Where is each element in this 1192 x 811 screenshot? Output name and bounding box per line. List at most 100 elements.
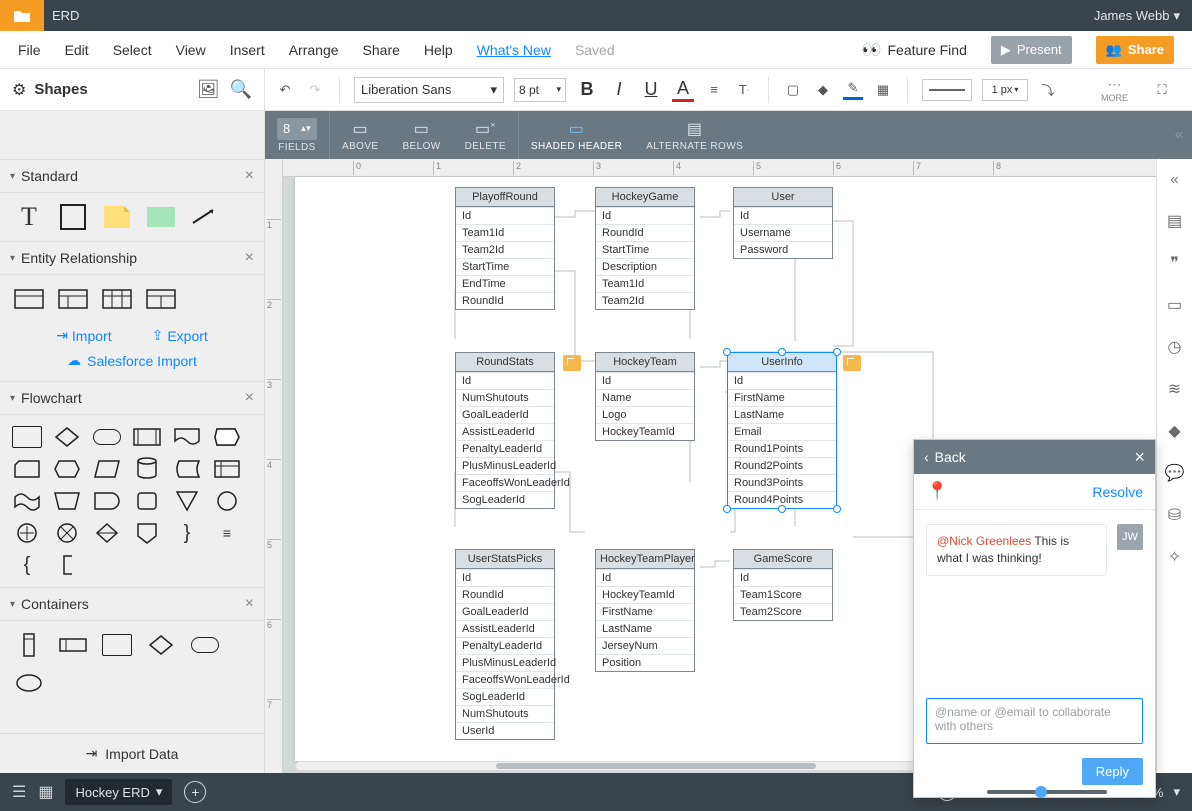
line-options-icon[interactable]: ⤵ bbox=[1038, 80, 1058, 100]
entity-hockeyteam[interactable]: HockeyTeam IdNameLogoHockeyTeamId bbox=[595, 352, 695, 441]
entity-gamescore[interactable]: GameScore IdTeam1ScoreTeam2Score bbox=[733, 549, 833, 621]
user-menu[interactable]: James Webb ▾ bbox=[1094, 8, 1180, 24]
cont-lane-h[interactable] bbox=[58, 633, 88, 657]
entity-field[interactable]: UserId bbox=[456, 722, 554, 739]
undo-icon[interactable]: ↶ bbox=[275, 80, 295, 100]
redo-icon[interactable]: ↷ bbox=[305, 80, 325, 100]
fields-control[interactable]: 8 ▴▾ FIELDS bbox=[265, 111, 330, 159]
entity-field[interactable]: AssistLeaderId bbox=[456, 620, 554, 637]
fc-brace2[interactable]: { bbox=[12, 553, 42, 577]
entity-field[interactable]: Team2Id bbox=[456, 241, 554, 258]
fc-delay[interactable] bbox=[92, 489, 122, 513]
entity-field[interactable]: Team1Score bbox=[734, 586, 832, 603]
fc-internal[interactable] bbox=[212, 457, 242, 481]
fc-tape[interactable] bbox=[12, 489, 42, 513]
shaded-header[interactable]: ▭ SHADED HEADER bbox=[519, 111, 634, 159]
entity-field[interactable]: Description bbox=[596, 258, 694, 275]
entity-roundstats[interactable]: RoundStats IdNumShutoutsGoalLeaderIdAssi… bbox=[455, 352, 555, 509]
reply-input[interactable]: @name or @email to collaborate with othe… bbox=[926, 698, 1143, 744]
entity-hockeygame[interactable]: HockeyGame IdRoundIdStartTimeDescription… bbox=[595, 187, 695, 310]
align-button[interactable]: ≡ bbox=[704, 80, 724, 100]
menu-arrange[interactable]: Arrange bbox=[289, 42, 339, 58]
entity-field[interactable]: Round1Points bbox=[728, 440, 836, 457]
font-select[interactable]: Liberation Sans ▾ bbox=[354, 77, 504, 103]
fc-card[interactable] bbox=[12, 457, 42, 481]
entity-field[interactable]: StartTime bbox=[456, 258, 554, 275]
italic-button[interactable]: I bbox=[608, 79, 630, 100]
er-import[interactable]: ⇥Import bbox=[56, 327, 111, 344]
present-icon[interactable]: ▭ bbox=[1167, 295, 1182, 315]
group-flowchart[interactable]: ▾Flowchart× bbox=[0, 381, 264, 415]
entity-field[interactable]: Id bbox=[456, 569, 554, 586]
entity-field[interactable]: HockeyTeamId bbox=[596, 423, 694, 440]
delete-field[interactable]: ▭× DELETE bbox=[453, 111, 519, 159]
fill-icon[interactable]: ◆ bbox=[813, 80, 833, 100]
group-containers[interactable]: ▾Containers× bbox=[0, 587, 264, 621]
block-shape[interactable] bbox=[146, 205, 176, 229]
entity-field[interactable]: FirstName bbox=[596, 603, 694, 620]
history-icon[interactable]: ◷ bbox=[1168, 337, 1182, 357]
reply-button[interactable]: Reply bbox=[1082, 758, 1143, 785]
fullscreen-icon[interactable]: ⛶ bbox=[1152, 80, 1172, 100]
entity-field[interactable]: Id bbox=[596, 372, 694, 389]
entity-field[interactable]: NumShutouts bbox=[456, 705, 554, 722]
entity-userstatspicks[interactable]: UserStatsPicks IdRoundIdGoalLeaderIdAssi… bbox=[455, 549, 555, 740]
paint-icon[interactable]: ◆ bbox=[1168, 421, 1180, 441]
fc-connector[interactable] bbox=[212, 489, 242, 513]
menu-whats-new[interactable]: What's New bbox=[477, 42, 551, 58]
entity-field[interactable]: Position bbox=[596, 654, 694, 671]
layers-icon[interactable]: ≋ bbox=[1168, 379, 1181, 399]
resolve-button[interactable]: Resolve bbox=[1092, 484, 1143, 500]
fc-or[interactable] bbox=[52, 521, 82, 545]
close-icon[interactable]: × bbox=[1134, 447, 1145, 468]
share-button[interactable]: 👥 Share bbox=[1096, 36, 1174, 64]
entity-field[interactable]: Id bbox=[456, 207, 554, 224]
border-color-icon[interactable]: ✎ bbox=[843, 80, 863, 100]
alternate-rows[interactable]: ▤ ALTERNATE ROWS bbox=[634, 111, 755, 159]
er-shape-4[interactable] bbox=[146, 287, 176, 311]
entity-hockeyteamplayer[interactable]: HockeyTeamPlayer IdHockeyTeamIdFirstName… bbox=[595, 549, 695, 672]
fc-sum[interactable] bbox=[12, 521, 42, 545]
fc-offpage[interactable] bbox=[132, 521, 162, 545]
fc-doc[interactable] bbox=[172, 425, 202, 449]
arrow-shape[interactable] bbox=[190, 205, 220, 229]
line-style-select[interactable] bbox=[922, 79, 972, 101]
entity-field[interactable]: Team1Id bbox=[456, 224, 554, 241]
er-shape-1[interactable] bbox=[14, 287, 44, 311]
entity-field[interactable]: Email bbox=[728, 423, 836, 440]
fc-brace[interactable]: } bbox=[172, 521, 202, 545]
fc-parallel[interactable] bbox=[92, 457, 122, 481]
group-er[interactable]: ▾Entity Relationship× bbox=[0, 241, 264, 275]
wand-icon[interactable]: ✧ bbox=[1168, 547, 1181, 567]
er-export[interactable]: ⇪Export bbox=[152, 327, 208, 344]
fc-hex[interactable] bbox=[52, 457, 82, 481]
comment-indicator[interactable] bbox=[843, 355, 861, 371]
pin-icon[interactable]: 📍 bbox=[926, 481, 948, 502]
collapse-dock-icon[interactable]: « bbox=[1170, 171, 1179, 189]
grid-view-icon[interactable]: ▦ bbox=[38, 782, 53, 802]
bold-button[interactable]: B bbox=[576, 79, 598, 100]
font-size-select[interactable]: 8 pt ▾ bbox=[514, 78, 566, 102]
fc-collate[interactable] bbox=[132, 489, 162, 513]
entity-field[interactable]: PlusMinusLeaderId bbox=[456, 654, 554, 671]
entity-field[interactable]: Team1Id bbox=[596, 275, 694, 292]
close-icon[interactable]: × bbox=[245, 389, 254, 407]
entity-userinfo[interactable]: UserInfo IdFirstNameLastNameEmailRound1P… bbox=[727, 352, 837, 509]
entity-field[interactable]: EndTime bbox=[456, 275, 554, 292]
fc-predef[interactable] bbox=[132, 425, 162, 449]
fc-diamond[interactable] bbox=[52, 425, 82, 449]
menu-insert[interactable]: Insert bbox=[230, 42, 265, 58]
fc-note[interactable]: ≡ bbox=[212, 521, 242, 545]
fc-terminator[interactable] bbox=[92, 425, 122, 449]
cont-pill[interactable] bbox=[190, 633, 220, 657]
entity-field[interactable]: Id bbox=[734, 569, 832, 586]
entity-field[interactable]: Password bbox=[734, 241, 832, 258]
cont-ellipse[interactable] bbox=[14, 671, 44, 695]
menu-view[interactable]: View bbox=[176, 42, 206, 58]
zoom-slider[interactable] bbox=[987, 790, 1107, 794]
search-icon[interactable]: 🔍 bbox=[230, 79, 252, 100]
menu-share[interactable]: Share bbox=[363, 42, 400, 58]
shape-options-icon[interactable]: ▦ bbox=[873, 80, 893, 100]
cont-rect[interactable] bbox=[102, 633, 132, 657]
close-icon[interactable]: × bbox=[245, 167, 254, 185]
